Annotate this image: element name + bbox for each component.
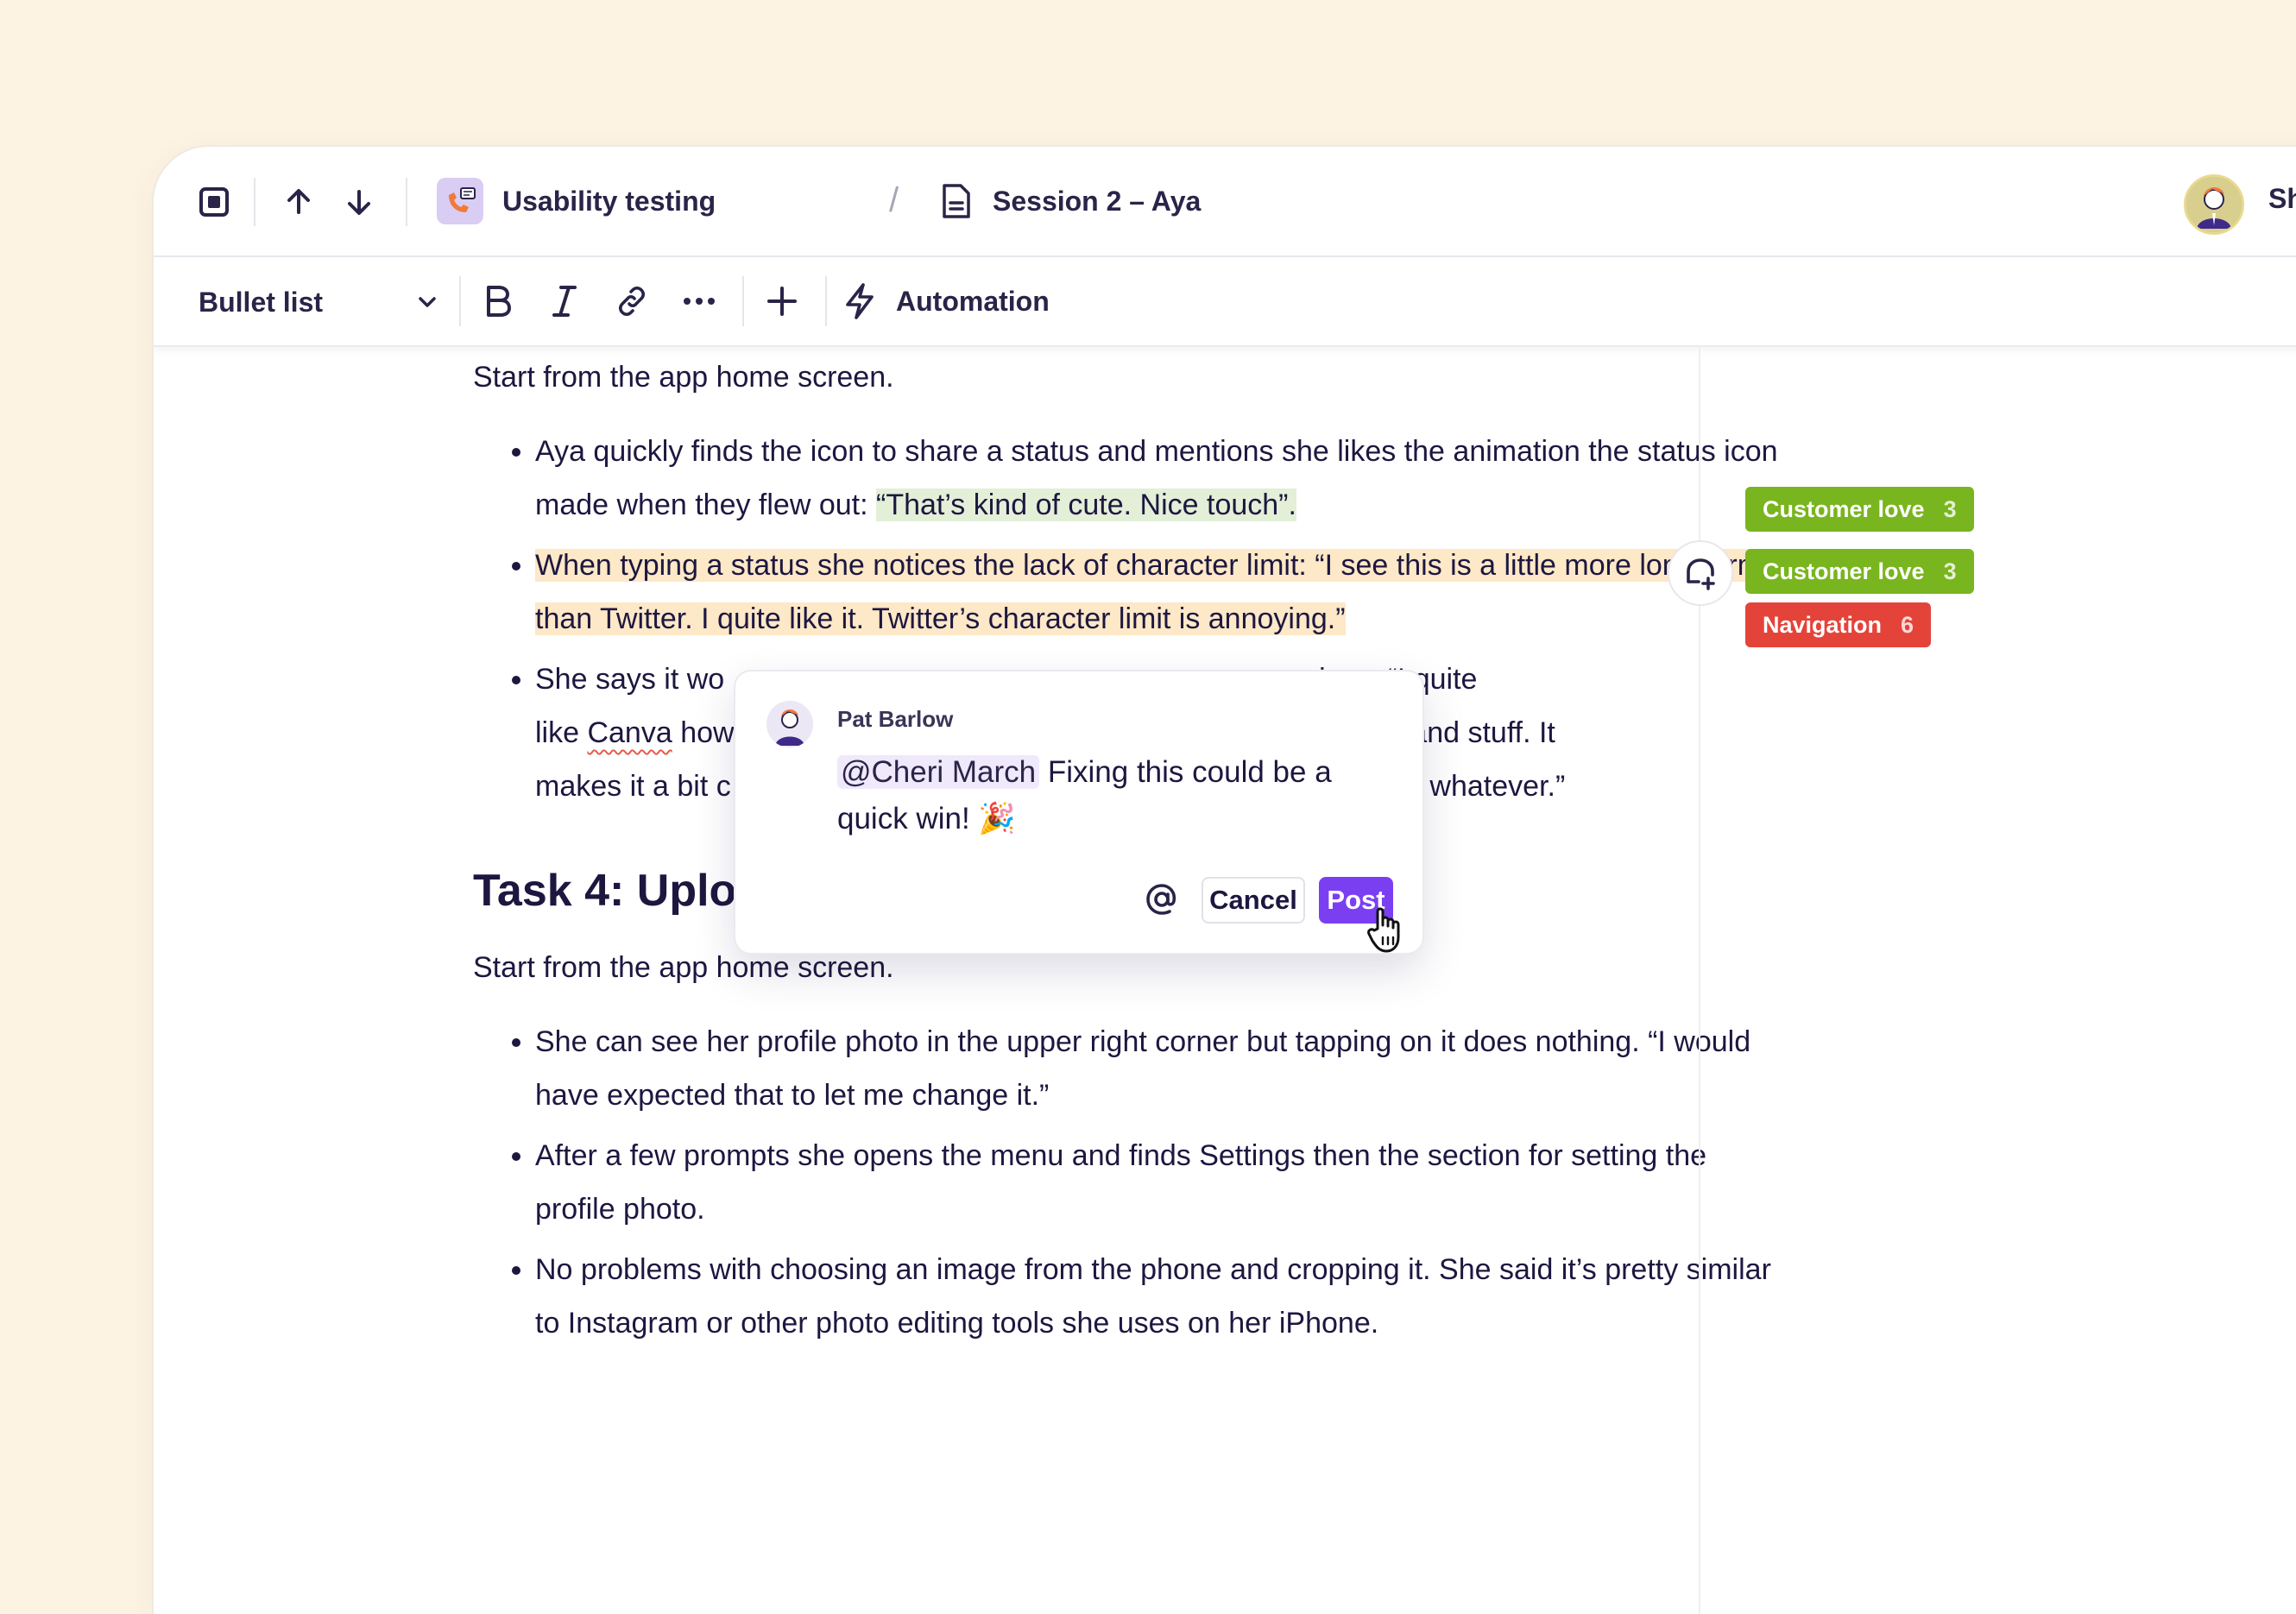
chevron-down-icon — [414, 289, 440, 315]
bold-icon[interactable] — [473, 276, 521, 326]
highlight-customer-love[interactable]: “That’s kind of cute. Nice touch”. — [876, 489, 1296, 521]
lightning-icon — [842, 282, 877, 320]
tag-count: 3 — [1943, 495, 1957, 522]
format-toolbar: Bullet list Automation — [154, 257, 2296, 347]
document-icon — [939, 182, 974, 220]
tag-customer-love[interactable]: Customer love 3 — [1745, 487, 1974, 532]
tag-count: 3 — [1943, 558, 1957, 584]
comment-input[interactable]: @Cheri March Fixing this could be a quic… — [837, 749, 1372, 842]
task4-bullet-list: She can see her profile photo in the upp… — [473, 1015, 1785, 1350]
add-comment-button[interactable] — [1668, 540, 1733, 606]
user-avatar[interactable] — [2184, 174, 2244, 235]
top-bar: Usability testing / Session 2 – Aya Sh — [154, 147, 2296, 257]
breadcrumb-project[interactable]: Usability testing — [437, 173, 716, 230]
block-format-label: Bullet list — [199, 286, 324, 318]
breadcrumb-document[interactable]: Session 2 – Aya — [939, 173, 1201, 230]
list-item: When typing a status she notices the lac… — [535, 539, 1785, 646]
tag-navigation[interactable]: Navigation 6 — [1745, 602, 1932, 647]
italic-icon[interactable] — [540, 276, 589, 326]
list-item: Aya quickly finds the icon to share a st… — [535, 425, 1785, 532]
breadcrumb-separator: / — [889, 181, 899, 219]
comment-author-name: Pat Barlow — [837, 706, 954, 732]
cancel-button[interactable]: Cancel — [1202, 877, 1305, 924]
mention-at-icon[interactable] — [1141, 879, 1183, 920]
arrow-up-icon[interactable] — [274, 178, 323, 226]
highlight-selected[interactable]: When typing a status she notices the lac… — [535, 549, 1763, 635]
spellcheck-word[interactable]: Canva — [587, 716, 672, 749]
automation-label: Automation — [896, 285, 1050, 317]
app-window: Usability testing / Session 2 – Aya Sh B… — [154, 147, 2296, 1614]
plus-icon[interactable] — [758, 276, 806, 326]
arrow-down-icon[interactable] — [335, 178, 383, 226]
sidebar-toggle-icon[interactable] — [190, 178, 238, 226]
tag-count: 6 — [1901, 611, 1914, 638]
comment-popover: Pat Barlow @Cheri March Fixing this coul… — [735, 671, 1422, 953]
breadcrumb-project-label: Usability testing — [502, 185, 716, 217]
more-options-icon[interactable] — [675, 276, 723, 326]
mention-chip[interactable]: @Cheri March — [837, 755, 1040, 789]
task3-intro: Start from the app home screen. — [473, 361, 894, 394]
list-item: She can see her profile photo in the upp… — [535, 1015, 1785, 1122]
block-format-select[interactable]: Bullet list — [199, 280, 440, 325]
margin-divider — [1699, 347, 1700, 1614]
link-icon[interactable] — [608, 276, 656, 326]
list-item: After a few prompts she opens the menu a… — [535, 1129, 1785, 1236]
comment-add-icon — [1681, 554, 1719, 592]
user-name-label[interactable]: Sh — [2268, 183, 2296, 215]
tag-customer-love[interactable]: Customer love 3 — [1745, 549, 1974, 594]
project-phone-icon — [437, 178, 483, 224]
comment-author-avatar — [766, 701, 813, 747]
breadcrumb-document-label: Session 2 – Aya — [993, 185, 1202, 217]
automation-button[interactable]: Automation — [842, 276, 1050, 326]
hand-cursor-icon — [1366, 905, 1409, 956]
list-item: No problems with choosing an image from … — [535, 1243, 1785, 1350]
